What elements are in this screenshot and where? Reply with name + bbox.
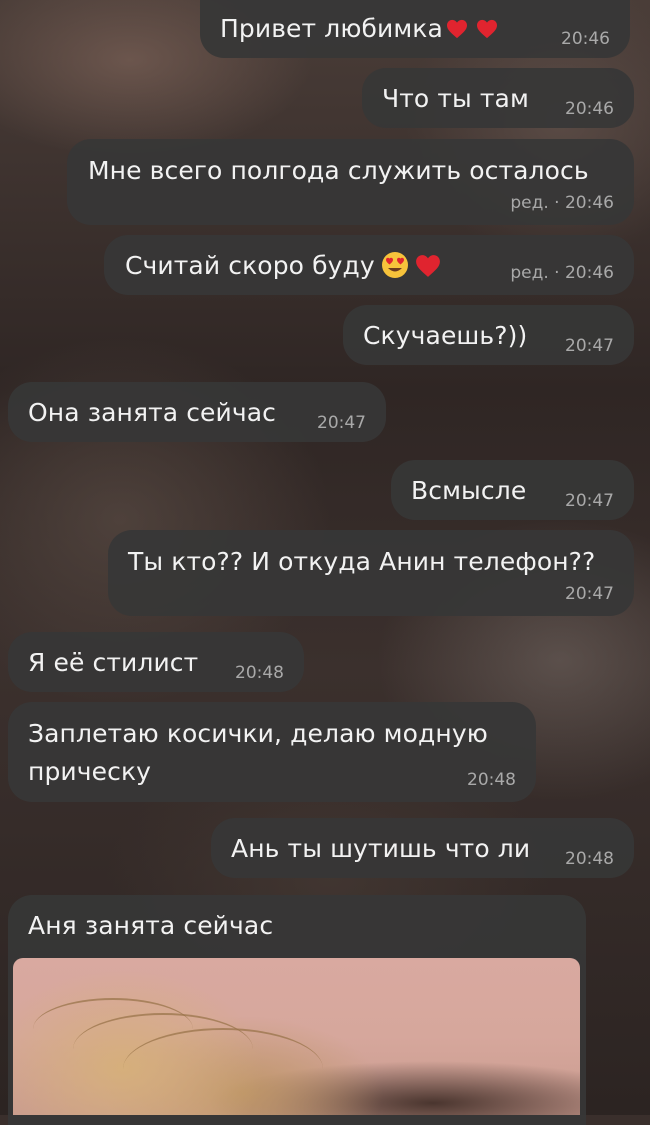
message-text: Я её стилист (28, 648, 199, 677)
photo-detail (123, 1028, 323, 1110)
message-text: Скучаешь?)) (363, 321, 528, 350)
message-time: 20:47 (317, 413, 366, 433)
message-text: Она занята сейчас (28, 398, 277, 427)
message-time: 20:47 (565, 336, 614, 356)
message-text: Привет любимка (220, 14, 443, 43)
red-heart-emoji-icon (415, 254, 441, 278)
message-time: 20:46 (565, 99, 614, 119)
message-list[interactable]: Привет любимка 20:46 Что ты там 20:46 Мн… (0, 0, 650, 1125)
outgoing-message[interactable]: Считай скоро буду ред. · 20:46 (104, 235, 634, 295)
outgoing-message[interactable]: Мне всего полгода служить осталось ред. … (67, 139, 634, 225)
message-text: Ань ты шутишь что ли (231, 834, 531, 863)
message-time: 20:46 (561, 29, 610, 49)
message-time: 20:48 (565, 849, 614, 869)
message-text: Ты кто?? И откуда Анин телефон?? (128, 547, 596, 576)
red-heart-emoji-icon (446, 19, 468, 39)
heart-eyes-emoji-icon (381, 251, 409, 279)
outgoing-message[interactable]: Что ты там 20:46 (362, 68, 634, 128)
incoming-message[interactable]: Она занята сейчас 20:47 (8, 382, 386, 442)
message-text: прическу (28, 757, 152, 786)
message-text: Считай скоро буду (125, 251, 375, 280)
message-edited-time: ред. · 20:46 (510, 263, 614, 283)
outgoing-message[interactable]: Всмысле 20:47 (391, 460, 634, 520)
incoming-message[interactable]: Я её стилист 20:48 (8, 632, 304, 692)
message-text: Всмысле (411, 476, 527, 505)
message-text: Что ты там (382, 84, 529, 113)
incoming-message[interactable]: Заплетаю косички, делаю модную прическу … (8, 702, 536, 802)
message-edited-time: ред. · 20:46 (510, 193, 614, 213)
outgoing-message[interactable]: Скучаешь?)) 20:47 (343, 305, 634, 365)
message-time: 20:48 (467, 770, 516, 790)
photo-attachment[interactable] (13, 958, 580, 1115)
message-time: 20:48 (235, 663, 284, 683)
message-text: Аня занята сейчас (28, 911, 274, 940)
message-time: 20:47 (565, 491, 614, 511)
outgoing-message[interactable]: Ань ты шутишь что ли 20:48 (211, 818, 634, 878)
outgoing-message[interactable]: Ты кто?? И откуда Анин телефон?? 20:47 (108, 530, 634, 616)
outgoing-message[interactable]: Привет любимка 20:46 (200, 0, 630, 58)
red-heart-emoji-icon (476, 19, 498, 39)
message-text: Заплетаю косички, делаю модную (28, 719, 488, 748)
message-text: Мне всего полгода служить осталось (88, 156, 589, 185)
message-time: 20:47 (565, 584, 614, 604)
